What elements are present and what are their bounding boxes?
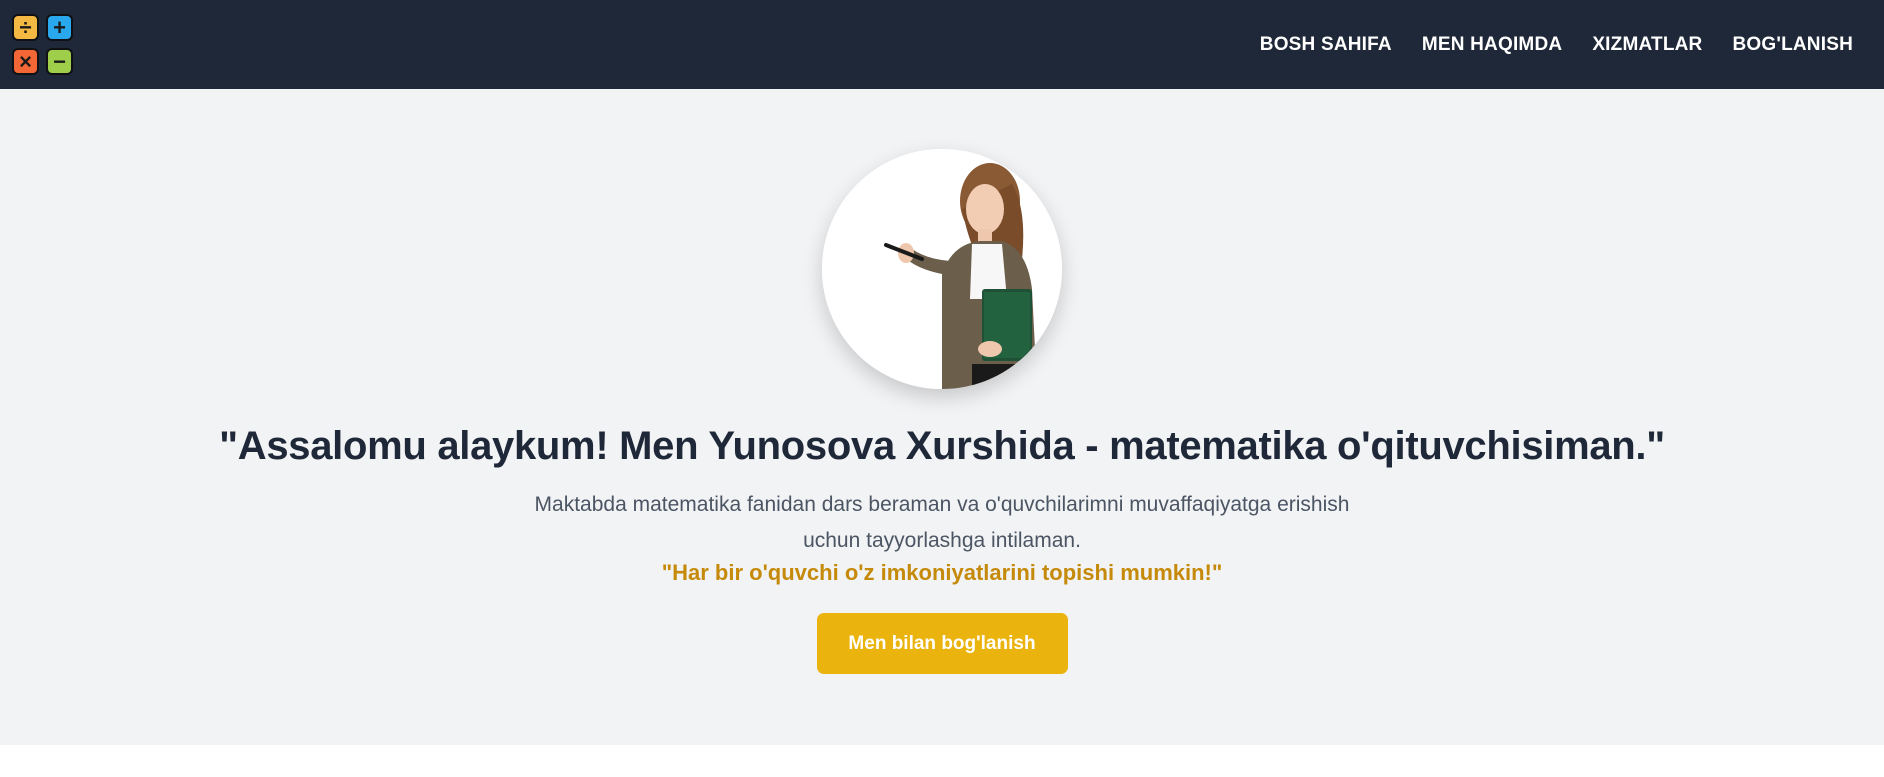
times-icon: ×	[12, 48, 39, 75]
hero-description: Maktabda matematika fanidan dars beraman…	[534, 493, 1350, 552]
minus-icon: −	[46, 48, 73, 75]
hero-section: "Assalomu alaykum! Men Yunosova Xurshida…	[0, 89, 1884, 745]
math-logo[interactable]: ÷ + × −	[12, 14, 73, 75]
plus-icon: +	[46, 14, 73, 41]
hero-headline: "Assalomu alaykum! Men Yunosova Xurshida…	[219, 424, 1665, 468]
teacher-illustration	[822, 149, 1062, 389]
contact-me-button[interactable]: Men bilan bog'lanish	[816, 613, 1068, 674]
nav-link-contact[interactable]: BOG'LANISH	[1732, 34, 1853, 56]
site-header: ÷ + × − BOSH SAHIFA MEN HAQIMDA XIZMATLA…	[0, 0, 1884, 89]
nav-link-about[interactable]: MEN HAQIMDA	[1422, 34, 1562, 56]
nav-link-services[interactable]: XIZMATLAR	[1592, 34, 1702, 56]
main-nav: BOSH SAHIFA MEN HAQIMDA XIZMATLAR BOG'LA…	[1260, 34, 1853, 56]
teacher-photo	[822, 149, 1062, 389]
nav-link-home[interactable]: BOSH SAHIFA	[1260, 34, 1392, 56]
hero-quote: "Har bir o'quvchi o'z imkoniyatlarini to…	[661, 560, 1223, 585]
divide-icon: ÷	[12, 14, 39, 41]
